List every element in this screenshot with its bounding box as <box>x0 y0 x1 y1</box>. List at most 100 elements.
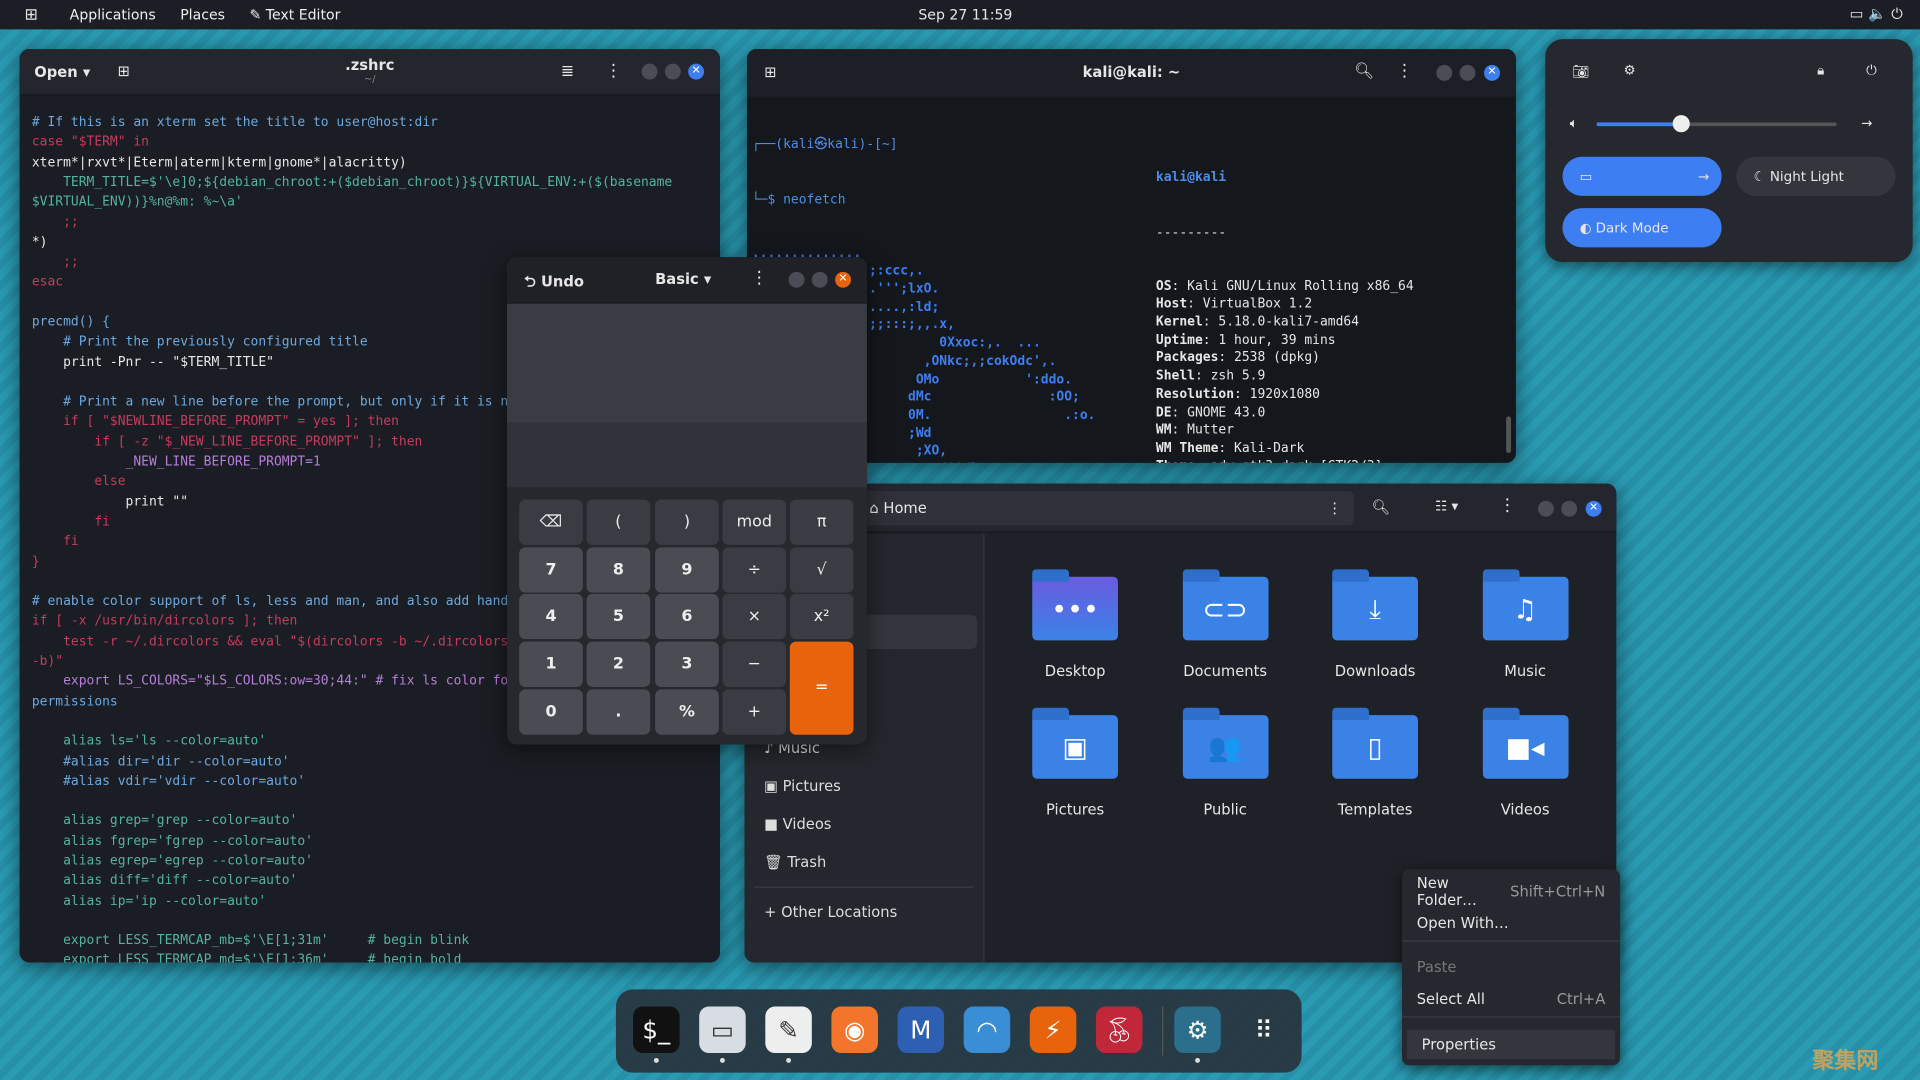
chevron-right-icon[interactable]: → <box>1698 168 1709 184</box>
sidebar-item-other-locations[interactable]: + Other Locations <box>764 904 897 921</box>
night-light-toggle[interactable]: ☾ Night Light <box>1736 156 1896 196</box>
calc-key[interactable]: . <box>586 689 651 735</box>
view-list-icon[interactable]: ☷ ▾ <box>1435 498 1458 514</box>
metasploit-dock-icon[interactable]: M <box>897 1006 945 1054</box>
activities-grid-icon[interactable]: ⊞ <box>24 6 37 24</box>
undo-button[interactable]: ⮌ Undo <box>524 271 584 297</box>
firefox-dock-icon[interactable]: ◉ <box>831 1006 878 1054</box>
screen-toggle[interactable]: ▭ → <box>1562 156 1722 196</box>
calc-key[interactable]: 7 <box>519 547 583 593</box>
folder-documents[interactable]: ⊂⊃ Documents <box>1180 569 1271 680</box>
app-grid-dock-icon[interactable]: ⠿ <box>1240 1007 1287 1054</box>
calc-input-field[interactable] <box>506 422 867 488</box>
maximize-button[interactable] <box>664 63 681 80</box>
sidebar-item-pictures[interactable]: ▣ Pictures <box>764 778 841 795</box>
calc-key[interactable]: ÷ <box>722 547 787 593</box>
more-options-icon[interactable]: ⋮ <box>751 268 768 288</box>
calc-key[interactable]: 0 <box>519 689 583 735</box>
volume-slider[interactable] <box>1596 115 1837 133</box>
power-icon[interactable]: ⏻ <box>1866 62 1877 79</box>
text-editor-app-menu[interactable]: ✎ Text Editor <box>249 6 340 23</box>
folder-downloads[interactable]: ⤓ Downloads <box>1330 569 1421 680</box>
files-dock-icon[interactable]: ▭ <box>699 1006 746 1054</box>
menu-item-new-folder[interactable]: New Folder… Shift+Ctrl+N <box>1402 874 1620 908</box>
music-folder-icon: ♫ <box>1482 569 1568 641</box>
calc-key[interactable]: 3 <box>655 641 719 687</box>
minimize-button[interactable] <box>641 63 658 80</box>
minimize-button[interactable] <box>1436 64 1453 81</box>
maximize-button[interactable] <box>811 271 828 288</box>
places-menu[interactable]: Places <box>180 6 225 23</box>
location-bar[interactable]: ⌂ Home ⋮ <box>857 491 1355 526</box>
calc-key[interactable]: 8 <box>586 547 651 593</box>
wireshark-dock-icon[interactable]: ◠ <box>963 1006 1011 1054</box>
screenshot-icon[interactable]: 📷︎ <box>1572 64 1589 80</box>
colon: : <box>1171 404 1188 420</box>
more-options-icon[interactable]: ⋮ <box>605 61 622 81</box>
folder-pictures[interactable]: ▣ Pictures <box>1030 707 1121 818</box>
calc-key[interactable]: 5 <box>586 593 651 640</box>
terminal-dock-icon[interactable]: $_ <box>633 1006 680 1054</box>
calc-key[interactable]: − <box>722 641 787 687</box>
calc-key[interactable]: 1 <box>519 641 583 687</box>
system-tray[interactable]: ▭ 🔈 ⏻ <box>1850 5 1903 23</box>
folder-desktop[interactable]: ••• Desktop <box>1030 569 1121 680</box>
calc-key[interactable]: x² <box>789 593 854 640</box>
close-button[interactable]: ✕ <box>688 63 705 80</box>
dark-mode-toggle[interactable]: ◐ Dark Mode <box>1562 208 1722 248</box>
settings-dock-icon[interactable]: ⚙ <box>1174 1006 1221 1054</box>
settings-icon[interactable]: ⚙ <box>1624 62 1636 78</box>
calc-key[interactable]: 2 <box>586 641 651 687</box>
calc-key[interactable]: ) <box>655 499 719 545</box>
calc-key[interactable]: × <box>722 593 787 640</box>
menu-item-paste[interactable]: Paste <box>1402 953 1620 982</box>
close-button[interactable]: ✕ <box>835 271 852 288</box>
minimize-button[interactable] <box>1537 500 1554 517</box>
maximize-button[interactable] <box>1459 64 1476 81</box>
menu-item-select-all[interactable]: Select All Ctrl+A <box>1402 984 1620 1013</box>
location-menu-icon[interactable]: ⋮ <box>1327 500 1342 517</box>
calc-key[interactable]: π <box>789 499 854 545</box>
text-editor-dock-icon[interactable]: ✎ <box>765 1006 812 1054</box>
audio-output-arrow-icon[interactable]: → <box>1861 115 1872 131</box>
menu-item-open-with[interactable]: Open With… <box>1402 909 1620 938</box>
maximize-button[interactable] <box>1561 500 1578 517</box>
mode-selector[interactable]: Basic ▾ <box>655 271 711 288</box>
search-icon[interactable]: 🔍︎ <box>1371 498 1390 515</box>
folder-templates[interactable]: ▯ Templates <box>1330 707 1421 818</box>
close-button[interactable]: ✕ <box>1585 500 1602 517</box>
calc-key[interactable]: 6 <box>655 593 719 640</box>
hamburger-menu-icon[interactable]: ≣ <box>561 62 574 80</box>
new-document-icon[interactable]: ⊞ <box>118 62 130 79</box>
scrollbar[interactable] <box>1506 416 1512 454</box>
calc-key[interactable]: ⌫ <box>519 499 583 545</box>
close-button[interactable]: ✕ <box>1484 64 1501 81</box>
calc-key[interactable]: + <box>722 689 787 735</box>
open-button[interactable]: Open ▾ <box>34 64 90 81</box>
burpsuite-dock-icon[interactable]: ⚡ <box>1029 1006 1077 1054</box>
calc-key[interactable]: 4 <box>519 593 583 640</box>
calc-key[interactable]: 9 <box>655 547 719 593</box>
calc-key[interactable]: % <box>655 689 719 735</box>
calc-key[interactable]: = <box>789 641 854 735</box>
sidebar-item-trash[interactable]: 🗑︎ Trash <box>764 853 826 870</box>
more-options-icon[interactable]: ⋮ <box>1396 61 1413 81</box>
calc-key[interactable]: √ <box>789 547 854 593</box>
cherrytree-dock-icon[interactable]: 🍒︎ <box>1095 1006 1143 1054</box>
calc-key[interactable]: mod <box>722 499 787 545</box>
lock-icon[interactable]: 🔒︎ <box>1817 62 1824 79</box>
info-value: Kali-Dark <box>1234 440 1305 456</box>
folder-public[interactable]: 👥 Public <box>1180 707 1271 818</box>
applications-menu[interactable]: Applications <box>70 6 156 23</box>
clock[interactable]: Sep 27 11:59 <box>918 6 1012 23</box>
search-icon[interactable]: 🔍︎ <box>1354 62 1374 80</box>
folder-music[interactable]: ♫ Music <box>1480 569 1571 680</box>
menu-item-properties[interactable]: Properties <box>1406 1029 1616 1060</box>
sidebar-item-videos[interactable]: ■ Videos <box>764 816 831 833</box>
folder-videos[interactable]: ■◂ Videos <box>1480 707 1571 818</box>
more-options-icon[interactable]: ⋮ <box>1499 496 1516 516</box>
calc-key[interactable]: ( <box>586 499 651 545</box>
folder-label: Documents <box>1183 662 1267 680</box>
minimize-button[interactable] <box>788 271 805 288</box>
folder-label: Desktop <box>1044 662 1106 680</box>
